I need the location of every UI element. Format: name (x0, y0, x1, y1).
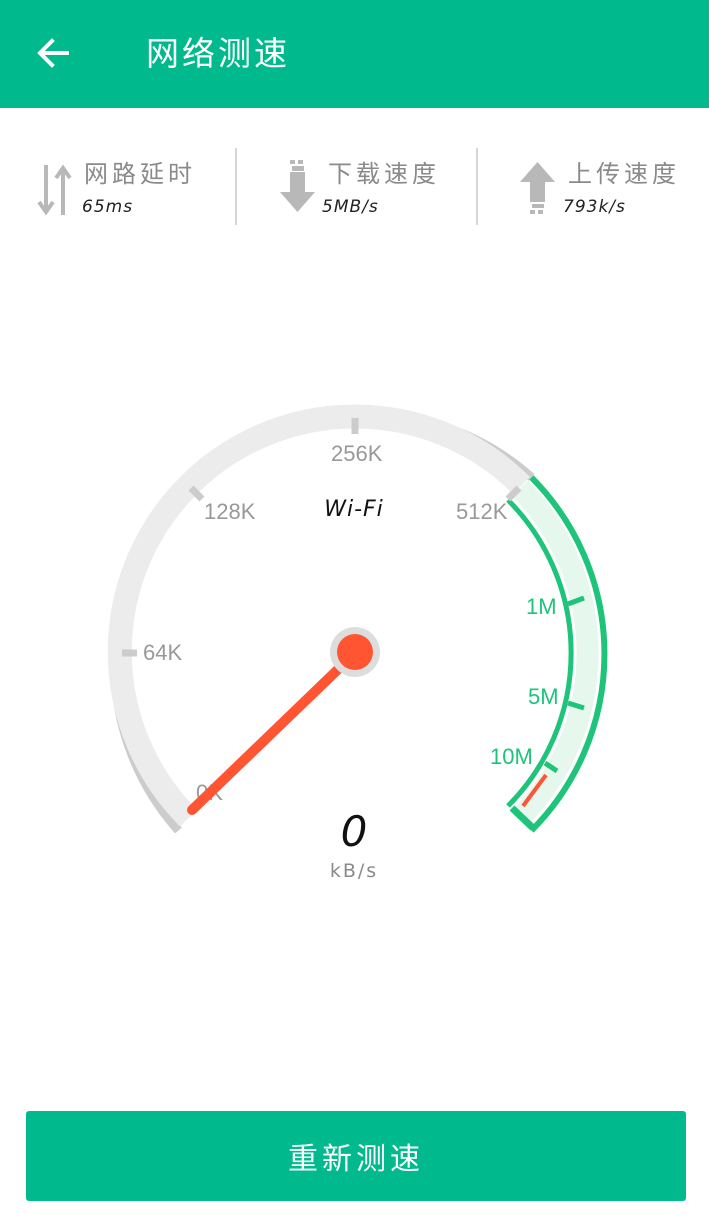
stat-download-label: 下载速度 (328, 160, 440, 188)
download-arrow-icon (280, 160, 315, 212)
stat-download-value: 5MB/s (322, 197, 379, 217)
arrow-left-icon (37, 38, 69, 68)
latency-arrows-icon (37, 164, 72, 216)
network-type-label: Wi-Fi (324, 497, 384, 522)
stat-upload-label: 上传速度 (568, 160, 680, 188)
gauge-needle (187, 648, 360, 815)
retest-button[interactable]: 重新测速 (26, 1111, 686, 1201)
stats-divider (476, 148, 478, 225)
gauge-label-128k: 128K (204, 499, 256, 524)
stat-latency: 网路延时 65ms (0, 140, 236, 235)
back-button[interactable] (24, 24, 82, 82)
stat-latency-label: 网路延时 (84, 160, 196, 188)
gauge-hub (337, 634, 373, 670)
gauge-label-10m: 10M (490, 744, 533, 769)
gauge-label-1m: 1M (526, 594, 557, 619)
upload-arrow-icon (520, 162, 555, 214)
stat-upload: 上传速度 793k/s (478, 140, 709, 235)
gauge-track-outer (110, 409, 535, 834)
stat-download: 下载速度 5MB/s (238, 140, 476, 235)
app-header: 网络测速 (0, 0, 709, 108)
speed-value: 0 (340, 807, 368, 856)
gauge-track-band (107, 404, 530, 827)
gauge-label-64k: 64K (143, 640, 182, 665)
speed-unit: kB/s (329, 860, 379, 882)
gauge-label-256k: 256K (331, 441, 383, 466)
gauge-label-5m: 5M (528, 684, 559, 709)
stat-latency-value: 65ms (82, 197, 134, 217)
stat-upload-value: 793k/s (563, 197, 626, 217)
page-title: 网络测速 (146, 34, 290, 73)
gauge-label-512k: 512K (456, 499, 508, 524)
stats-divider (235, 148, 237, 225)
stats-row: 网路延时 65ms 下载速度 5MB/s 上传速度 793k/s (0, 140, 709, 235)
